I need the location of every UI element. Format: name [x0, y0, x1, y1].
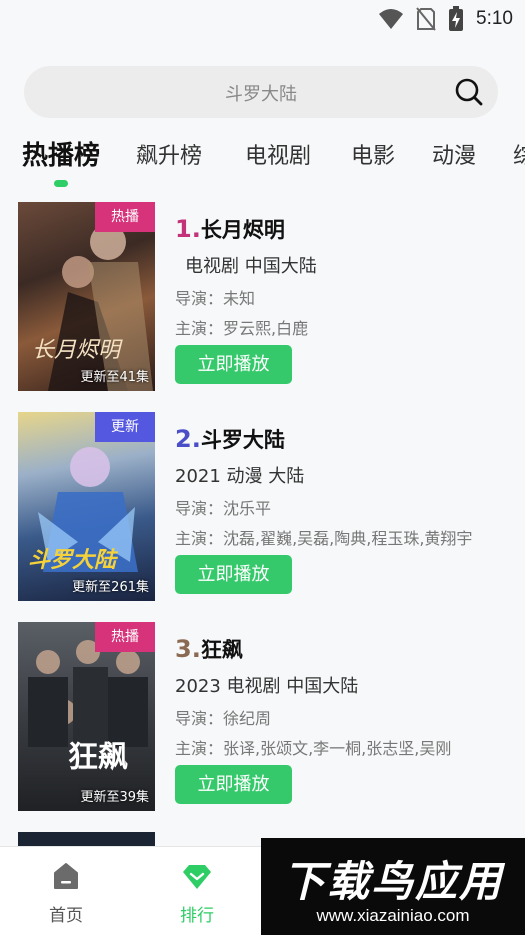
tab-indicator	[54, 180, 68, 187]
status-time: 5:10	[476, 8, 513, 29]
battery-charging-icon	[449, 6, 464, 31]
title-line[interactable]: 1.长月烬明	[175, 214, 285, 246]
watermark-title: 下载鸟应用	[282, 857, 503, 906]
search-bar[interactable]: 斗罗大陆	[24, 66, 498, 118]
wifi-icon	[379, 9, 404, 29]
list-item[interactable]: 狂飙 热播 更新至39集 3.狂飙 2023 电视剧 中国大陆 导演：徐纪周 主…	[0, 622, 525, 818]
episode-update: 更新至39集	[80, 790, 149, 805]
status-badge: 更新	[95, 412, 155, 442]
item-director: 导演：未知	[175, 289, 256, 308]
rank-number: 3.	[175, 635, 201, 663]
item-meta: 2023 电视剧 中国大陆	[175, 676, 359, 697]
episode-update: 更新至261集	[72, 580, 149, 595]
play-now-button[interactable]: 立即播放	[175, 345, 292, 384]
item-title[interactable]: 狂飙	[201, 638, 243, 662]
poster-image[interactable]: 长月烬明 热播 更新至41集	[18, 202, 155, 391]
list-item[interactable]: 斗罗大陆 更新 更新至261集 2.斗罗大陆 2021 动漫 大陆 导演：沈乐平…	[0, 412, 525, 608]
home-icon	[54, 863, 78, 889]
search-input[interactable]: 斗罗大陆	[24, 80, 498, 106]
nav-ranking-label: 排行	[180, 906, 214, 926]
list-item[interactable]: 长月烬明 热播 更新至41集 1.长月烬明 电视剧 中国大陆 导演：未知 主演：…	[0, 202, 525, 398]
poster-title-art: 长月烬明	[32, 338, 121, 363]
tab-tv-series[interactable]: 电视剧	[245, 138, 311, 170]
poster-image[interactable]: 斗罗大陆 更新 更新至261集	[18, 412, 155, 601]
ranking-diamond-icon	[183, 865, 211, 889]
item-cast: 主演：罗云熙,白鹿	[175, 319, 309, 338]
item-cast: 主演：张译,张颂文,李一桐,张志坚,吴刚	[175, 739, 452, 758]
episode-update: 更新至41集	[80, 370, 149, 385]
watermark: 下载鸟应用 www.xiazainiao.com	[261, 838, 525, 935]
play-now-button[interactable]: 立即播放	[175, 765, 292, 804]
tab-variety[interactable]: 综	[513, 138, 525, 170]
search-icon[interactable]	[454, 77, 484, 107]
title-line[interactable]: 3.狂飙	[175, 634, 243, 666]
item-title[interactable]: 斗罗大陆	[201, 428, 285, 452]
watermark-url: www.xiazainiao.com	[316, 906, 470, 925]
item-meta: 2021 动漫 大陆	[175, 466, 305, 487]
item-cast: 主演：沈磊,翟巍,吴磊,陶典,程玉珠,黄翔宇	[175, 529, 473, 548]
poster-title-art: 斗罗大陆	[28, 548, 117, 573]
tab-rising[interactable]: 飙升榜	[136, 138, 202, 170]
rank-number: 1.	[175, 215, 201, 243]
item-director: 导演：徐纪周	[175, 709, 272, 728]
item-meta: 电视剧 中国大陆	[185, 256, 317, 277]
item-title[interactable]: 长月烬明	[201, 218, 285, 242]
category-tabs: 热播榜 飙升榜 电视剧 电影 动漫 综	[0, 132, 525, 192]
status-badge: 热播	[95, 622, 155, 652]
no-sim-icon	[416, 7, 436, 31]
nav-ranking[interactable]: 排行	[157, 861, 237, 926]
tab-anime[interactable]: 动漫	[432, 138, 476, 170]
nav-home-label: 首页	[49, 906, 83, 926]
status-badge: 热播	[95, 202, 155, 232]
tab-movies[interactable]: 电影	[351, 138, 395, 170]
nav-home[interactable]: 首页	[26, 861, 106, 926]
item-director: 导演：沈乐平	[175, 499, 272, 518]
poster-title-art: 狂飙	[68, 740, 128, 775]
play-now-button[interactable]: 立即播放	[175, 555, 292, 594]
poster-image[interactable]: 狂飙 热播 更新至39集	[18, 622, 155, 811]
title-line[interactable]: 2.斗罗大陆	[175, 424, 285, 456]
tab-hot[interactable]: 热播榜	[22, 135, 100, 172]
rank-number: 2.	[175, 425, 201, 453]
status-bar: 5:10	[0, 0, 525, 38]
status-icons: 5:10	[378, 6, 513, 32]
